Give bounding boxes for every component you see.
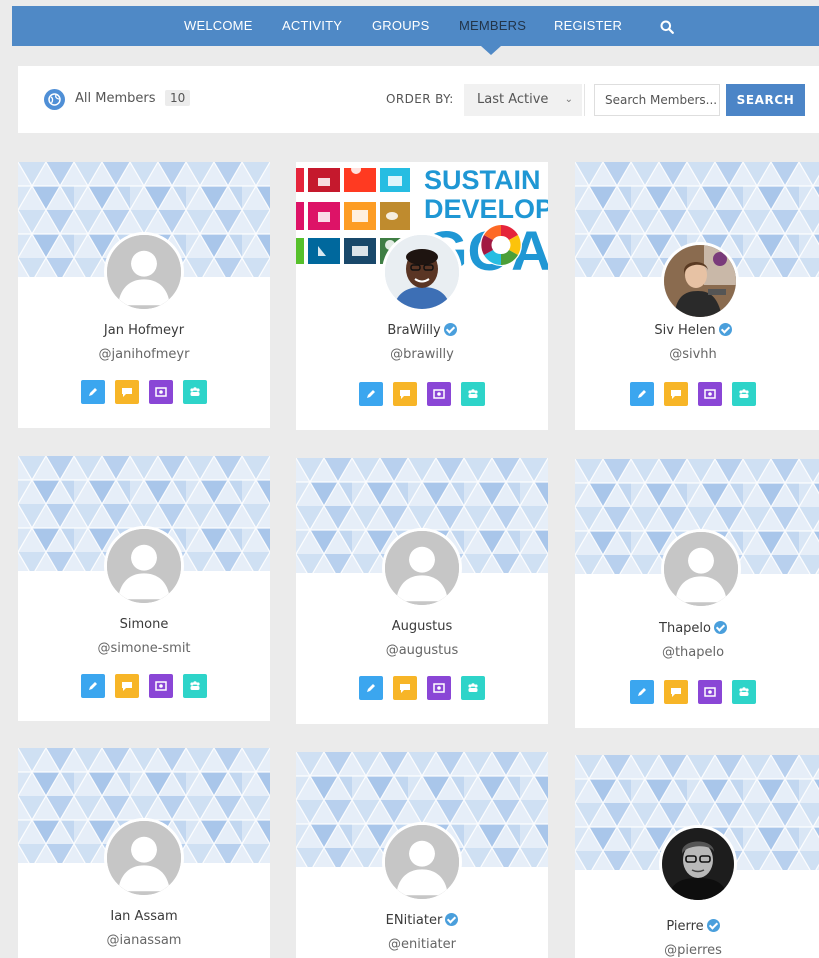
avatar[interactable] xyxy=(104,232,184,312)
avatar[interactable] xyxy=(661,242,739,320)
message-icon[interactable] xyxy=(393,382,417,406)
avatar[interactable] xyxy=(382,822,462,902)
member-actions xyxy=(296,676,548,700)
member-name[interactable]: BraWilly xyxy=(296,323,548,338)
group-icon[interactable] xyxy=(732,382,756,406)
member-actions xyxy=(18,380,270,404)
member-card[interactable]: Thapelo @thapelo xyxy=(575,459,819,728)
avatar[interactable] xyxy=(104,526,184,606)
nav-activity[interactable]: ACTIVITY xyxy=(282,6,342,46)
member-handle: @enitiater xyxy=(388,937,456,952)
edit-icon[interactable] xyxy=(630,680,654,704)
avatar[interactable] xyxy=(661,529,741,609)
nav-welcome[interactable]: WELCOME xyxy=(184,6,253,46)
member-actions xyxy=(18,674,270,698)
member-handle: @simone-smit xyxy=(97,641,191,656)
member-handle: @pierres xyxy=(664,943,722,958)
members-globe-icon xyxy=(44,89,65,110)
member-handle: @sivhh xyxy=(669,347,717,362)
edit-icon[interactable] xyxy=(630,382,654,406)
member-handle: @janihofmeyr xyxy=(98,347,190,362)
member-name[interactable]: Simone xyxy=(18,617,270,632)
chevron-down-icon: ⌄ xyxy=(564,94,573,105)
profile-card-icon[interactable] xyxy=(698,382,722,406)
edit-icon[interactable] xyxy=(81,380,105,404)
nav-groups[interactable]: GROUPS xyxy=(372,6,430,46)
message-icon[interactable] xyxy=(115,674,139,698)
group-icon[interactable] xyxy=(732,680,756,704)
divider xyxy=(584,84,585,116)
member-card[interactable]: SUSTAIN DEVELOP GOA BraWilly @braw xyxy=(296,162,548,430)
edit-icon[interactable] xyxy=(359,676,383,700)
profile-card-icon[interactable] xyxy=(427,676,451,700)
nav-register[interactable]: REGISTER xyxy=(554,6,622,46)
members-count-badge: 10 xyxy=(165,90,191,106)
member-handle: @brawilly xyxy=(390,347,454,362)
member-card[interactable]: Siv Helen @sivhh xyxy=(575,162,819,430)
nav-members[interactable]: MEMBERS xyxy=(459,6,526,46)
edit-icon[interactable] xyxy=(81,674,105,698)
verified-badge-icon xyxy=(445,913,459,926)
member-handle: @augustus xyxy=(385,643,459,658)
profile-card-icon[interactable] xyxy=(698,680,722,704)
member-card[interactable]: Ian Assam @ianassam xyxy=(18,748,270,958)
member-card[interactable]: ENitiater @enitiater xyxy=(296,752,548,958)
order-by-label: ORDER BY: xyxy=(386,92,454,106)
member-actions xyxy=(296,382,548,406)
search-icon[interactable] xyxy=(660,19,674,34)
top-nav: WELCOME ACTIVITY GROUPS MEMBERS REGISTER xyxy=(12,6,819,46)
profile-card-icon[interactable] xyxy=(427,382,451,406)
avatar[interactable] xyxy=(104,818,184,898)
search-button[interactable]: SEARCH xyxy=(726,84,805,116)
member-search-input[interactable] xyxy=(594,84,720,116)
member-card[interactable]: Jan Hofmeyr @janihofmeyr xyxy=(18,162,270,428)
group-icon[interactable] xyxy=(183,380,207,404)
member-name[interactable]: Augustus xyxy=(296,619,548,634)
avatar[interactable] xyxy=(382,528,462,608)
verified-badge-icon xyxy=(718,323,732,336)
edit-icon[interactable] xyxy=(359,382,383,406)
member-card[interactable]: Simone @simone-smit xyxy=(18,456,270,721)
member-handle: @thapelo xyxy=(661,645,725,660)
active-nav-caret xyxy=(481,46,501,55)
sdg-cover-text: SUSTAIN xyxy=(424,165,541,195)
message-icon[interactable] xyxy=(115,380,139,404)
member-name[interactable]: Jan Hofmeyr xyxy=(18,323,270,338)
member-actions xyxy=(575,382,815,406)
members-filter-bar: All Members 10 ORDER BY: Last Active ⌄ S… xyxy=(18,66,819,133)
message-icon[interactable] xyxy=(664,382,688,406)
member-handle: @ianassam xyxy=(106,933,182,948)
member-name[interactable]: Siv Helen xyxy=(575,323,815,338)
member-actions xyxy=(575,680,815,704)
verified-badge-icon xyxy=(713,621,727,634)
all-members-label[interactable]: All Members xyxy=(75,91,156,106)
member-name[interactable]: ENitiater xyxy=(296,913,548,928)
order-by-value: Last Active xyxy=(477,92,549,107)
member-card[interactable]: Pierre @pierres xyxy=(575,755,819,958)
order-by-select[interactable]: Last Active ⌄ xyxy=(464,84,582,116)
avatar[interactable] xyxy=(659,825,737,903)
group-icon[interactable] xyxy=(461,676,485,700)
message-icon[interactable] xyxy=(393,676,417,700)
profile-card-icon[interactable] xyxy=(149,380,173,404)
sdg-wheel xyxy=(480,224,522,266)
member-card[interactable]: Augustus @augustus xyxy=(296,458,548,724)
member-name[interactable]: Ian Assam xyxy=(18,909,270,924)
message-icon[interactable] xyxy=(664,680,688,704)
profile-card-icon[interactable] xyxy=(149,674,173,698)
group-icon[interactable] xyxy=(461,382,485,406)
verified-badge-icon xyxy=(443,323,457,336)
member-name[interactable]: Thapelo xyxy=(575,621,815,636)
avatar[interactable] xyxy=(382,232,462,312)
member-name[interactable]: Pierre xyxy=(575,919,815,934)
verified-badge-icon xyxy=(706,919,720,932)
group-icon[interactable] xyxy=(183,674,207,698)
